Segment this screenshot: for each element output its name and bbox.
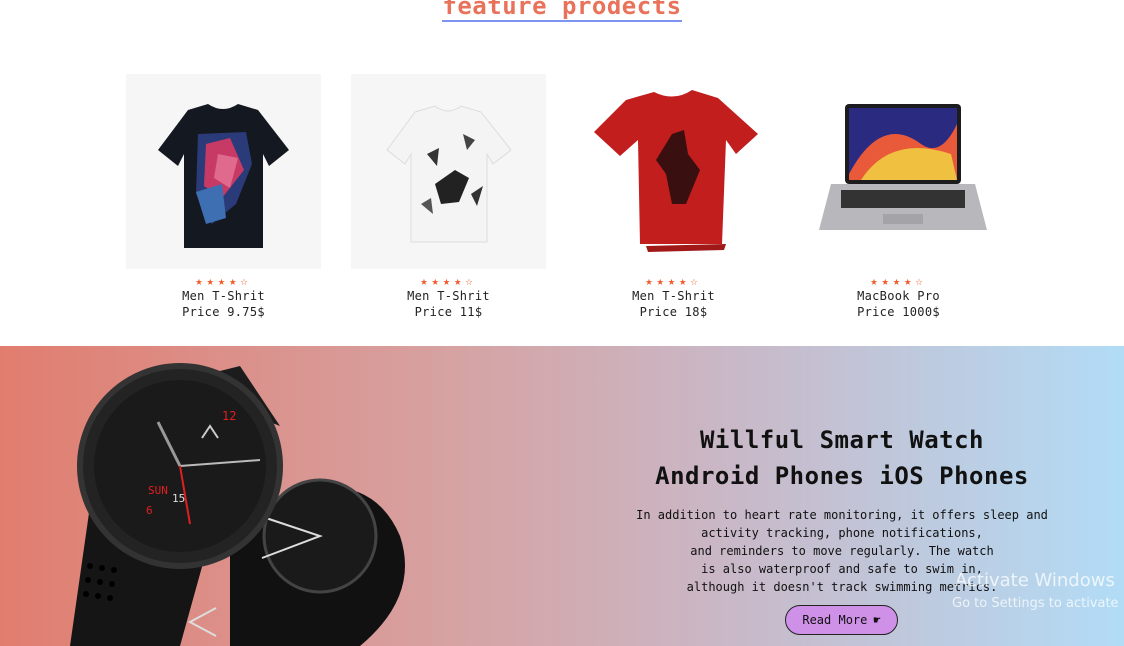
section-title: feature prodects bbox=[0, 0, 1124, 22]
read-more-button[interactable]: Read More ☛ bbox=[785, 605, 898, 635]
product-name: Men T-Shrit bbox=[182, 289, 265, 303]
watch-twelve-label: 12 bbox=[222, 409, 236, 423]
half-star-icon: ☆ bbox=[915, 274, 927, 288]
half-star-icon: ☆ bbox=[240, 274, 252, 288]
product-card[interactable]: ★★★★☆ Men T-Shrit Price 18$ bbox=[576, 74, 771, 324]
product-card[interactable]: ★★★★☆ Men T-Shrit Price 9.75$ bbox=[126, 74, 321, 324]
rating-stars: ★★★★☆ bbox=[645, 274, 702, 288]
product-name: Men T-Shrit bbox=[632, 289, 715, 303]
product-name: Men T-Shrit bbox=[407, 289, 490, 303]
watch-date-label: 15 bbox=[172, 492, 185, 505]
product-image[interactable] bbox=[576, 74, 771, 269]
product-price: Price 11$ bbox=[414, 305, 483, 319]
rating-stars: ★★★★☆ bbox=[420, 274, 477, 288]
rating-stars: ★★★★☆ bbox=[195, 274, 252, 288]
read-more-label: Read More bbox=[802, 613, 868, 627]
banner-subtitle: Android Phones iOS Phones bbox=[655, 462, 1029, 490]
banner-title: Willful Smart Watch bbox=[699, 426, 985, 454]
watch-day-label: SUN bbox=[148, 484, 168, 497]
half-star-icon: ☆ bbox=[465, 274, 477, 288]
product-price: Price 9.75$ bbox=[182, 305, 265, 319]
rating-stars: ★★★★☆ bbox=[870, 274, 927, 288]
hand-pointer-icon: ☛ bbox=[873, 613, 881, 627]
description-line: and reminders to move regularly. The wat… bbox=[690, 544, 994, 558]
description-line: In addition to heart rate monitoring, it… bbox=[636, 508, 1048, 522]
half-star-icon: ☆ bbox=[690, 274, 702, 288]
featured-products: ★★★★☆ Men T-Shrit Price 9.75$ ★★★★☆ Men … bbox=[126, 74, 1026, 334]
product-price: Price 1000$ bbox=[857, 305, 940, 319]
product-name: MacBook Pro bbox=[857, 289, 940, 303]
windows-watermark-title: Activate Windows bbox=[955, 570, 1115, 591]
product-card[interactable]: ★★★★☆ MacBook Pro Price 1000$ bbox=[801, 74, 996, 324]
product-card[interactable]: ★★★★☆ Men T-Shrit Price 11$ bbox=[351, 74, 546, 324]
section-title-text: feature prodects bbox=[442, 0, 682, 22]
product-image[interactable] bbox=[801, 74, 996, 269]
product-image[interactable] bbox=[126, 74, 321, 269]
watch-six-label: 6 bbox=[146, 504, 153, 517]
windows-watermark-subtitle: Go to Settings to activate bbox=[952, 596, 1119, 611]
product-image[interactable] bbox=[351, 74, 546, 269]
product-price: Price 18$ bbox=[639, 305, 708, 319]
description-line: activity tracking, phone notifications, bbox=[701, 526, 983, 540]
smartwatch-image: 12 SUN 15 6 bbox=[70, 363, 405, 646]
